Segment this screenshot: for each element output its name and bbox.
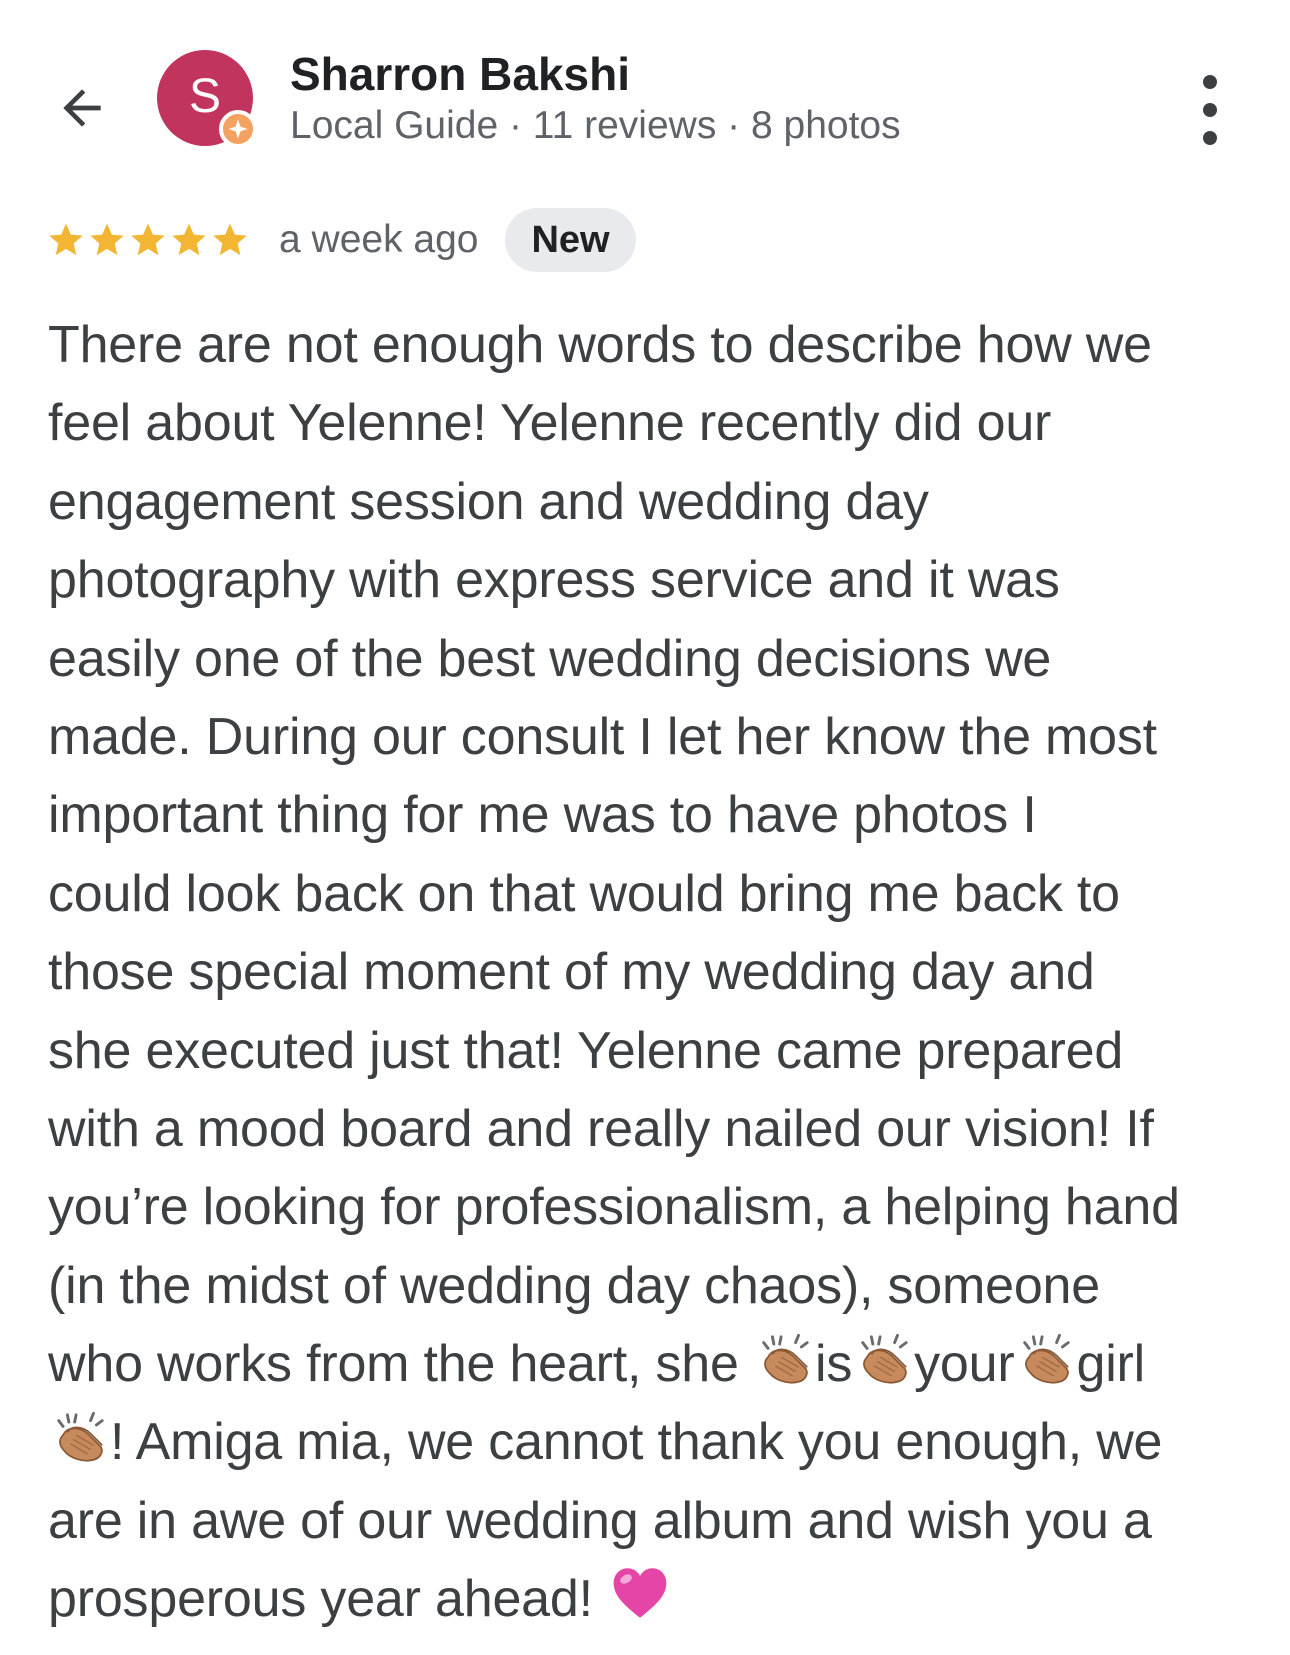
avatar-letter: S <box>188 70 221 123</box>
review-text-segment: important thing for me was to have photo… <box>48 786 1037 845</box>
review-text: There are not enough words to describe h… <box>48 306 1273 1639</box>
star-icon <box>131 223 165 256</box>
review-text-segment: is <box>814 1335 853 1394</box>
review-text-line: are in awe of our wedding album and wish… <box>48 1482 1273 1560</box>
review-text-segment: those special moment of my wedding day a… <box>48 943 1095 1002</box>
review-text-line: photography with express service and it … <box>48 541 1273 619</box>
star-icon <box>90 223 124 256</box>
review-text-segment: are in awe of our wedding album and wish… <box>48 1491 1152 1550</box>
review-text-line: with a mood board and really nailed our … <box>48 1090 1273 1168</box>
review-text-segment: photography with express service and it … <box>48 551 1060 610</box>
review-text-segment: could look back on that would bring me b… <box>48 864 1120 923</box>
rating-row: a week ago New <box>46 208 636 272</box>
review-text-line: who works from the heart, she is your girl <box>48 1325 1273 1403</box>
clapping-hands-emoji <box>854 1331 912 1411</box>
pink-heart-emoji <box>609 1562 671 1646</box>
star-icon <box>49 223 83 256</box>
review-text-segment: who works from the heart, she <box>48 1335 753 1394</box>
review-text-segment: made. During our consult I let her know … <box>48 707 1157 766</box>
review-text-segment: engagement session and wedding day <box>48 472 929 531</box>
review-text-segment: your <box>914 1335 1015 1394</box>
review-text-segment: There are not enough words to describe h… <box>48 316 1152 374</box>
review-text-line: those special moment of my wedding day a… <box>48 933 1273 1011</box>
review-text-line: engagement session and wedding day <box>48 463 1273 541</box>
review-text-segment: (in the midst of wedding day chaos), som… <box>48 1256 1100 1315</box>
review-text-line: (in the midst of wedding day chaos), som… <box>48 1247 1273 1325</box>
review-text-line: easily one of the best wedding decisions… <box>48 620 1273 698</box>
review-text-segment: girl <box>1076 1335 1146 1394</box>
clapping-hands-emoji <box>1016 1331 1074 1411</box>
review-text-line: feel about Yelenne! Yelenne recently did… <box>48 384 1273 462</box>
review-text-segment: prosperous year ahead! <box>48 1570 608 1629</box>
review-date: a week ago <box>279 218 479 261</box>
star-icon <box>213 223 247 256</box>
local-guide-badge <box>219 110 257 148</box>
local-guide-star-icon <box>228 119 248 139</box>
new-badge: New <box>505 208 636 272</box>
arrow-back-icon <box>63 89 101 127</box>
review-text-segment: easily one of the best wedding decisions… <box>48 629 1052 688</box>
review-text-line: could look back on that would bring me b… <box>48 855 1273 933</box>
clapping-hands-emoji <box>755 1331 813 1411</box>
review-text-segment: ! Amiga mia, we cannot thank you enough,… <box>110 1413 1163 1472</box>
review-text-segment: feel about Yelenne! Yelenne recently did… <box>48 394 1052 453</box>
review-text-line: ! Amiga mia, we cannot thank you enough,… <box>48 1403 1273 1481</box>
reviewer-name[interactable]: Sharron Bakshi <box>290 44 630 104</box>
more-vertical-icon <box>1203 75 1217 145</box>
review-text-line: important thing for me was to have photo… <box>48 776 1273 854</box>
more-options-button[interactable] <box>1180 70 1240 150</box>
review-text-segment: you’re looking for professionalism, a he… <box>48 1178 1180 1237</box>
review-text-line: she executed just that! Yelenne came pre… <box>48 1012 1273 1090</box>
star-icon <box>172 223 206 256</box>
review-text-line: prosperous year ahead! <box>48 1560 1273 1638</box>
review-text-line: made. During our consult I let her know … <box>48 698 1273 776</box>
clapping-hands-emoji <box>50 1409 108 1489</box>
star-rating <box>46 220 251 260</box>
review-text-segment: she executed just that! Yelenne came pre… <box>48 1021 1124 1080</box>
review-text-line: There are not enough words to describe h… <box>48 306 1273 384</box>
review-text-line: you’re looking for professionalism, a he… <box>48 1168 1273 1246</box>
back-button[interactable] <box>40 66 124 150</box>
review-text-segment: with a mood board and really nailed our … <box>48 1099 1154 1158</box>
reviewer-meta: Local Guide · 11 reviews · 8 photos <box>290 104 901 147</box>
